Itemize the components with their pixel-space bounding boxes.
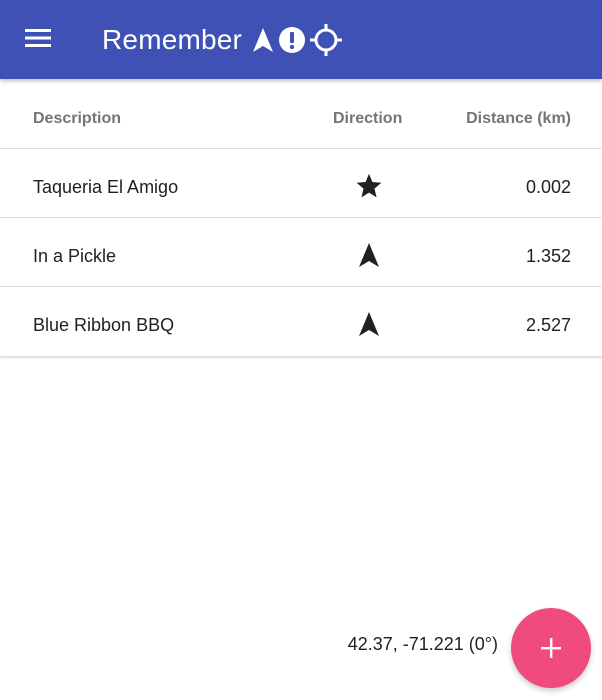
place-distance: 1.352 xyxy=(525,246,571,266)
app-bar: Remember xyxy=(0,0,602,79)
navigation-arrow-icon xyxy=(352,309,386,339)
app-root: Remember Description Direction Distance … xyxy=(0,0,602,700)
table-row[interactable]: Blue Ribbon BBQ 2.527 xyxy=(0,287,602,356)
place-description: Blue Ribbon BBQ xyxy=(33,315,175,335)
column-header-description[interactable]: Description xyxy=(33,79,121,148)
place-distance: 2.527 xyxy=(525,315,571,335)
add-place-button[interactable] xyxy=(511,608,591,688)
current-coordinates: 42.37, -71.221 (0°) xyxy=(347,634,498,654)
app-title: Remember xyxy=(102,24,243,55)
column-header-direction[interactable]: Direction xyxy=(333,79,402,148)
table-row[interactable]: In a Pickle 1.352 xyxy=(0,218,602,287)
menu-button[interactable] xyxy=(14,14,62,62)
navigation-icon xyxy=(252,27,274,53)
place-distance: 0.002 xyxy=(525,177,571,197)
navigation-arrow-icon xyxy=(352,240,386,270)
gps-target-icon[interactable] xyxy=(310,24,342,56)
place-description: Taqueria El Amigo xyxy=(33,177,179,197)
plus-icon xyxy=(541,638,561,658)
column-header-distance[interactable]: Distance (km) xyxy=(466,79,571,148)
table-row[interactable]: Taqueria El Amigo 0.002 xyxy=(0,149,602,218)
alert-circle-icon[interactable] xyxy=(278,26,306,54)
table-header: Description Direction Distance (km) xyxy=(0,79,602,149)
menu-icon xyxy=(25,29,51,47)
place-description: In a Pickle xyxy=(33,246,117,266)
status-icons xyxy=(252,24,346,56)
places-table: Description Direction Distance (km) Taqu… xyxy=(0,79,602,356)
star-icon xyxy=(352,171,386,201)
